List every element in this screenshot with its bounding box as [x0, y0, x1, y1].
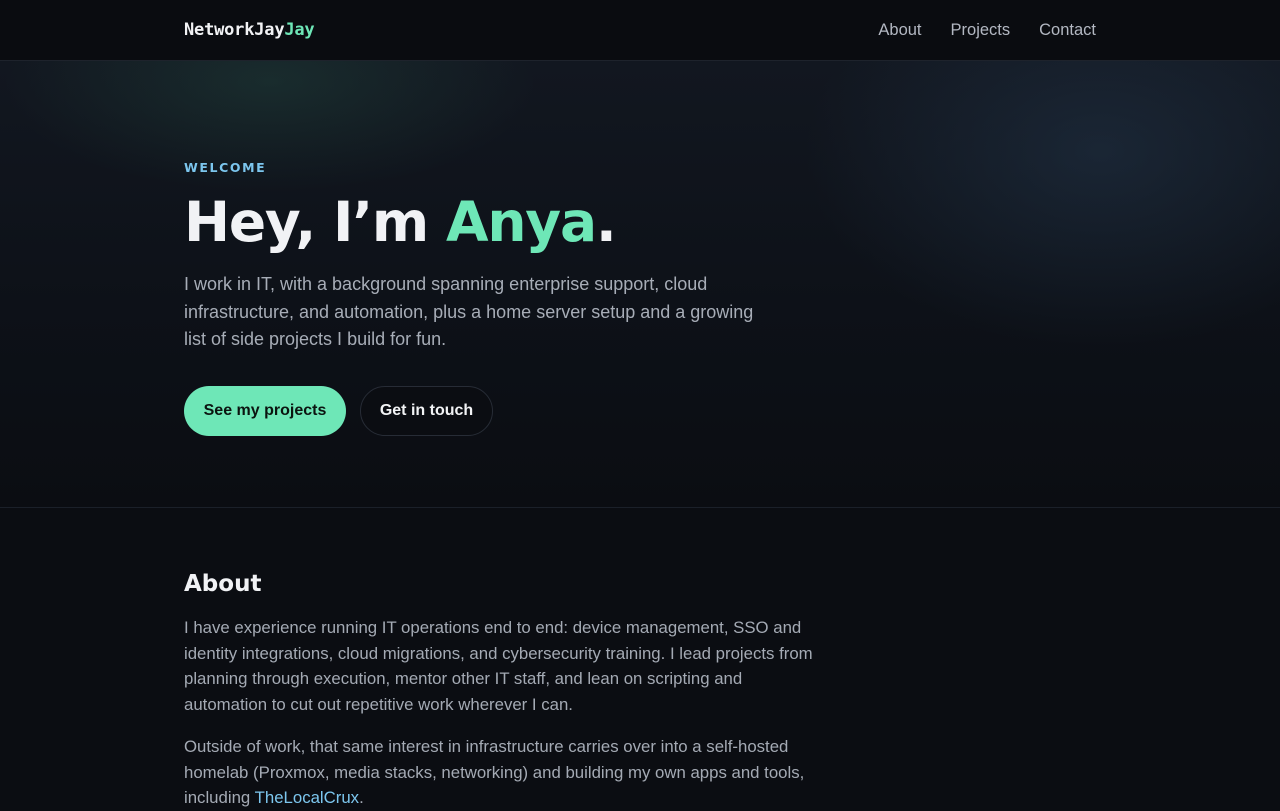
nav-link-contact[interactable]: Contact — [1039, 21, 1096, 40]
nav-inner: NetworkJayJay About Projects Contact — [184, 20, 1096, 40]
get-in-touch-button[interactable]: Get in touch — [360, 386, 493, 436]
about-paragraph-2-end: . — [359, 788, 364, 808]
hero-section: WELCOME Hey, I’m Anya. I work in IT, wit… — [0, 61, 1280, 508]
thelocalcrux-link[interactable]: TheLocalCrux — [255, 788, 359, 807]
headline-name: Anya — [445, 190, 597, 254]
hero-intro: I work in IT, with a background spanning… — [184, 274, 754, 349]
about-paragraph-2: Outside of work, that same interest in i… — [184, 734, 829, 811]
nav-links: About Projects Contact — [878, 21, 1096, 40]
headline-suffix: . — [595, 190, 617, 254]
nav-link-projects[interactable]: Projects — [951, 21, 1011, 40]
nav-link-about[interactable]: About — [878, 21, 921, 40]
see-projects-button[interactable]: See my projects — [184, 386, 346, 436]
top-nav: NetworkJayJay About Projects Contact — [0, 0, 1280, 61]
headline-prefix: Hey, I’m — [184, 190, 446, 254]
brand-accent: Jay — [284, 20, 315, 40]
hero-eyebrow: WELCOME — [184, 160, 267, 175]
hero-headline: Hey, I’m Anya. — [184, 187, 617, 257]
brand-logo[interactable]: NetworkJayJay — [184, 20, 315, 40]
about-title: About — [184, 571, 262, 597]
about-paragraph-1: I have experience running IT operations … — [184, 618, 813, 714]
brand-primary: NetworkJay — [184, 20, 285, 40]
